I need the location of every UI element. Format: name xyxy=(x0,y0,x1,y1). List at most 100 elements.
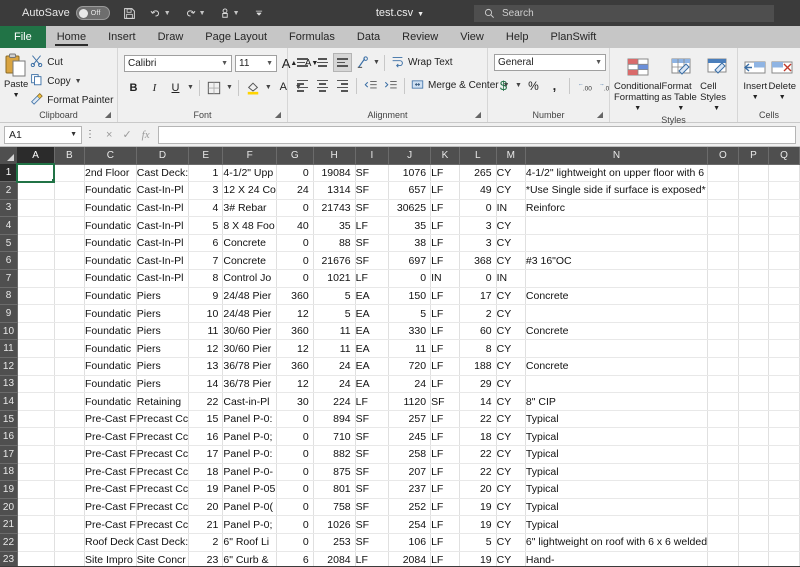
format-painter-button[interactable]: Format Painter xyxy=(28,91,117,109)
cell-D12[interactable]: Piers xyxy=(136,357,190,376)
align-left-button[interactable] xyxy=(293,76,312,95)
cell-C7[interactable]: Foundatic xyxy=(84,269,137,288)
cell-A2[interactable] xyxy=(17,181,55,200)
spreadsheet-grid[interactable]: ABCDEFGHIJKLMNOPQ 1 2nd Floor Cast Deck: 1 4… xyxy=(0,147,800,566)
search-input[interactable]: Search xyxy=(474,4,774,22)
cell-F23[interactable]: 6" Curb & xyxy=(222,551,277,566)
cell-A19[interactable] xyxy=(17,480,55,499)
cell-Q8[interactable] xyxy=(768,287,800,306)
cell-B1[interactable] xyxy=(54,164,86,183)
cell-D3[interactable]: Cast-In-Pl xyxy=(136,199,190,218)
cell-F6[interactable]: Concrete xyxy=(222,251,277,271)
cell-E5[interactable]: 6 xyxy=(188,234,224,253)
cell-D4[interactable]: Cast-In-Pl xyxy=(136,216,190,235)
cell-F22[interactable]: 6" Roof Li xyxy=(222,533,277,552)
cell-D16[interactable]: Precast Cc xyxy=(136,427,190,446)
cell-N2[interactable]: *Use Single side if surface is exposed* xyxy=(525,181,709,200)
paste-caret[interactable]: ▼ xyxy=(13,90,20,101)
cell-G23[interactable]: 6 xyxy=(276,551,314,566)
cell-O6[interactable] xyxy=(707,251,739,271)
cell-I2[interactable]: SF xyxy=(355,181,390,200)
cell-N12[interactable]: Concrete xyxy=(525,357,709,376)
cell-N8[interactable]: Concrete xyxy=(525,287,709,306)
cell-M10[interactable]: CY xyxy=(496,322,526,341)
cell-A14[interactable] xyxy=(17,392,55,411)
cell-C21[interactable]: Pre-Cast F xyxy=(84,515,137,534)
cell-L8[interactable]: 17 xyxy=(459,287,497,306)
cell-G4[interactable]: 40 xyxy=(276,216,314,235)
cell-H17[interactable]: 882 xyxy=(313,445,356,464)
cell-L5[interactable]: 3 xyxy=(459,234,497,253)
cell-B4[interactable] xyxy=(54,216,86,235)
cell-Q3[interactable] xyxy=(768,199,800,218)
cell-C22[interactable]: Roof Deck xyxy=(84,533,137,552)
alignment-dialog-launcher-icon[interactable]: ◢ xyxy=(475,108,481,121)
row-header-18[interactable]: 18 xyxy=(0,463,18,482)
cell-M17[interactable]: CY xyxy=(496,445,526,464)
cell-I5[interactable]: SF xyxy=(355,234,390,253)
cell-D22[interactable]: Cast Deck: xyxy=(136,533,190,552)
cell-K10[interactable]: LF xyxy=(430,322,460,341)
cell-F3[interactable]: 3# Rebar xyxy=(222,199,277,218)
cell-P8[interactable] xyxy=(738,287,770,306)
cell-Q11[interactable] xyxy=(768,339,800,359)
cell-C2[interactable]: Foundatic xyxy=(84,181,137,200)
tab-page-layout[interactable]: Page Layout xyxy=(194,26,278,48)
cell-Q7[interactable] xyxy=(768,269,800,288)
cell-B13[interactable] xyxy=(54,375,86,394)
cell-J14[interactable]: 1120 xyxy=(388,392,432,411)
cell-A21[interactable] xyxy=(17,515,55,534)
cell-G7[interactable]: 0 xyxy=(276,269,314,288)
cell-N4[interactable] xyxy=(525,216,709,235)
cell-C12[interactable]: Foundatic xyxy=(84,357,137,376)
cell-F16[interactable]: Panel P-0; xyxy=(222,427,277,446)
cell-E8[interactable]: 9 xyxy=(188,287,224,306)
name-box-caret[interactable]: ▼ xyxy=(70,131,77,138)
cell-C23[interactable]: Site Impro xyxy=(84,551,137,566)
cell-A8[interactable] xyxy=(17,287,55,306)
cell-B12[interactable] xyxy=(54,357,86,376)
cell-J1[interactable]: 1076 xyxy=(388,164,432,183)
format-as-table-button[interactable]: Format as Table ▼ xyxy=(662,53,701,114)
align-bottom-button[interactable] xyxy=(333,53,352,72)
decrease-indent-button[interactable] xyxy=(361,76,380,95)
cell-Q12[interactable] xyxy=(768,357,800,376)
cell-E23[interactable]: 23 xyxy=(188,551,224,566)
cell-Q5[interactable] xyxy=(768,234,800,253)
cell-B10[interactable] xyxy=(54,322,86,341)
cell-B21[interactable] xyxy=(54,515,86,534)
cell-M21[interactable]: CY xyxy=(496,515,526,534)
cell-F21[interactable]: Panel P-0; xyxy=(222,515,277,534)
cell-P10[interactable] xyxy=(738,322,770,341)
cell-H5[interactable]: 88 xyxy=(313,234,356,253)
cell-A15[interactable] xyxy=(17,410,55,429)
cell-A16[interactable] xyxy=(17,427,55,446)
cell-M16[interactable]: CY xyxy=(496,427,526,446)
cell-O18[interactable] xyxy=(707,463,739,482)
cell-N18[interactable]: Typical xyxy=(525,463,709,482)
cell-C14[interactable]: Foundatic xyxy=(84,392,137,411)
cell-L15[interactable]: 22 xyxy=(459,410,497,429)
cell-G2[interactable]: 24 xyxy=(276,181,314,200)
cell-N17[interactable]: Typical xyxy=(525,445,709,464)
row-header-16[interactable]: 16 xyxy=(0,427,18,446)
cell-M7[interactable]: IN xyxy=(496,269,526,288)
cell-Q17[interactable] xyxy=(768,445,800,464)
cell-C15[interactable]: Pre-Cast F xyxy=(84,410,137,429)
cell-I14[interactable]: LF xyxy=(355,392,390,411)
cell-J7[interactable]: 0 xyxy=(388,269,432,288)
cell-G21[interactable]: 0 xyxy=(276,515,314,534)
cell-H12[interactable]: 24 xyxy=(313,357,356,376)
cell-A22[interactable] xyxy=(17,533,55,552)
cell-E13[interactable]: 14 xyxy=(188,375,224,394)
cell-Q16[interactable] xyxy=(768,427,800,446)
cell-Q1[interactable] xyxy=(768,164,800,183)
wrap-text-button[interactable]: Wrap Text xyxy=(389,54,457,72)
cell-K7[interactable]: IN xyxy=(430,269,460,288)
cell-L3[interactable]: 0 xyxy=(459,199,497,218)
cell-O15[interactable] xyxy=(707,410,739,429)
cell-B18[interactable] xyxy=(54,463,86,482)
cell-O3[interactable] xyxy=(707,199,739,218)
tab-file[interactable]: File xyxy=(0,26,46,48)
row-header-9[interactable]: 9 xyxy=(0,304,18,323)
